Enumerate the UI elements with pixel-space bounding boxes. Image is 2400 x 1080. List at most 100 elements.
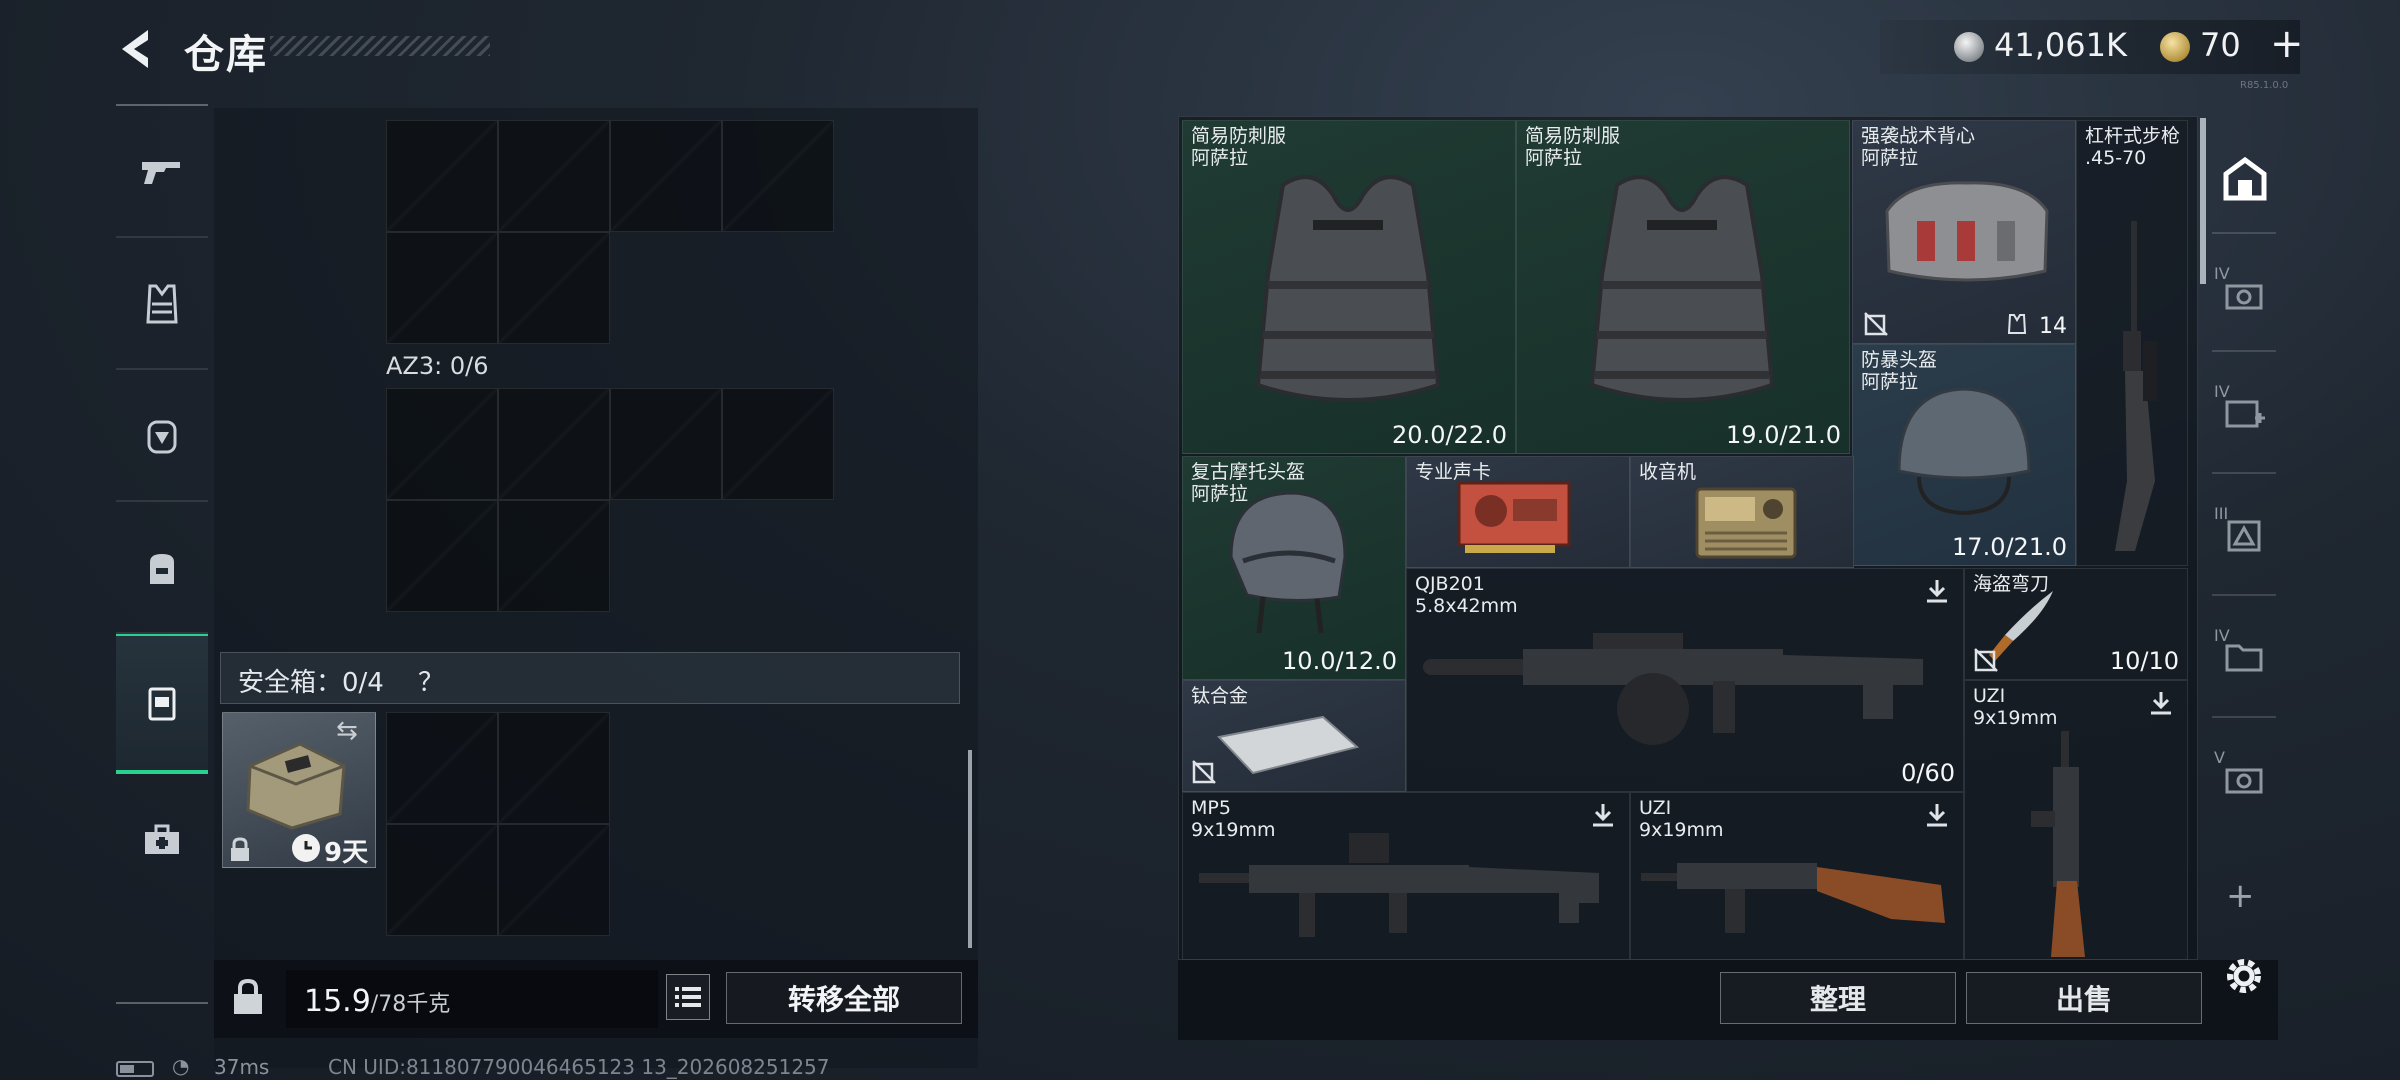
safebox-capacity-label: 安全箱：0/4 — [238, 668, 384, 698]
item-qjb201[interactable]: QJB201 5.8x42mm 0/60 — [1406, 568, 1964, 792]
list-icon — [675, 987, 701, 1007]
lock-icon — [231, 837, 249, 861]
tab-helmet[interactable] — [116, 370, 208, 502]
download-icon[interactable] — [1923, 577, 1951, 605]
sell-button[interactable]: 出售 — [1966, 972, 2202, 1024]
grid-slot[interactable] — [386, 388, 498, 500]
item-name: 简易防刺服 — [1525, 125, 1621, 147]
item-name: 复古摩托头盔 — [1191, 461, 1306, 483]
item-name: UZI — [1639, 797, 1672, 819]
item-radio[interactable]: 收音机 — [1630, 456, 1854, 568]
right-tab-iv-c[interactable]: IV — [2210, 612, 2280, 702]
item-name: 防暴头盔 — [1861, 349, 1938, 371]
item-uzi-bottom[interactable]: UZI 9x19mm — [1630, 792, 1964, 960]
item-durability: 17.0/21.0 — [1952, 533, 2067, 561]
right-tab-iv-a[interactable]: IV — [2210, 250, 2280, 340]
item-durability: 20.0/22.0 — [1392, 421, 1507, 449]
item-pirate-knife[interactable]: 海盗弯刀 10/10 — [1964, 568, 2188, 680]
item-riot-helmet[interactable]: 防暴头盔 阿萨拉 17.0/21.0 — [1852, 344, 2076, 566]
titanium-image — [1217, 715, 1360, 775]
left-scrollbar[interactable] — [968, 750, 972, 948]
vest-image — [1255, 175, 1441, 402]
item-name: QJB201 — [1415, 573, 1485, 595]
tab-armor[interactable] — [116, 238, 208, 370]
safebox-days-label: 9天 — [324, 838, 369, 868]
grid-slot[interactable] — [498, 824, 610, 936]
add-currency-button[interactable]: + — [2270, 24, 2304, 64]
grid-slot[interactable] — [498, 500, 610, 612]
item-origin: 阿萨拉 — [1525, 147, 1583, 169]
item-lever-rifle[interactable]: 杠杆式步枪 .45-70 — [2076, 120, 2188, 566]
riot-helmet-image — [1897, 387, 2031, 516]
item-durability: 19.0/21.0 — [1726, 421, 1841, 449]
item-uzi-right[interactable]: UZI 9x19mm — [1964, 680, 2188, 960]
uzi-image — [1641, 863, 1945, 933]
grid-slot[interactable] — [722, 388, 834, 500]
version-label: R85.1.0.0 — [2240, 80, 2289, 91]
download-icon[interactable] — [2147, 689, 2175, 717]
weight-lock-icon — [234, 978, 262, 1014]
item-mp5[interactable]: MP5 9x19mm — [1182, 792, 1630, 960]
item-moto-helmet[interactable]: 复古摩托头盔 阿萨拉 10.0/12.0 — [1182, 456, 1406, 680]
item-sound-card[interactable]: 专业声卡 — [1406, 456, 1630, 568]
right-tab-iv-b[interactable]: IV — [2210, 368, 2280, 458]
add-tab-button[interactable]: + — [2226, 876, 2255, 916]
grid-slot[interactable] — [610, 388, 722, 500]
right-scrollbar[interactable] — [2200, 118, 2206, 284]
grid-slot[interactable] — [386, 232, 498, 344]
item-count: 10/10 — [2109, 647, 2179, 675]
lever-rifle-image — [2115, 221, 2157, 551]
item-name: 杠杆式步枪 — [2085, 125, 2181, 147]
title-decoration — [270, 36, 490, 56]
tab-divider — [2212, 472, 2276, 474]
list-view-button[interactable] — [666, 974, 710, 1020]
tier-label: IV — [2214, 626, 2230, 645]
no-insure-icon — [1192, 760, 1216, 784]
tab-medkit[interactable] — [116, 774, 208, 906]
tab-backpack[interactable] — [116, 502, 208, 634]
help-icon[interactable]: ？ — [418, 662, 444, 699]
swap-icon[interactable]: ⇆ — [336, 716, 358, 746]
grid-slot[interactable] — [386, 712, 498, 824]
grid-slot[interactable] — [498, 232, 610, 344]
right-tab-iii[interactable]: III — [2210, 490, 2280, 580]
item-caliber: 9x19mm — [1639, 819, 1724, 841]
pistol-icon — [142, 162, 180, 184]
item-name: 强袭战术背心 — [1861, 125, 1976, 147]
grid-slot[interactable] — [386, 500, 498, 612]
item-vest-1[interactable]: 简易防刺服 阿萨拉 20.0/22.0 — [1182, 120, 1516, 454]
grid-slot[interactable] — [386, 824, 498, 936]
item-tactical-vest[interactable]: 强袭战术背心 阿萨拉 14 — [1852, 120, 2076, 344]
grid-slot[interactable] — [498, 712, 610, 824]
item-ammo: 0/60 — [1901, 759, 1955, 787]
weight-value: 15.9/78千克 — [304, 984, 450, 1019]
gear-icon[interactable] — [2220, 952, 2268, 1000]
no-insure-icon — [1864, 312, 1888, 336]
right-tab-v[interactable]: V — [2210, 734, 2280, 824]
left-category-tabs — [116, 106, 208, 1006]
tab-divider — [2212, 232, 2276, 234]
grid-slot[interactable] — [722, 120, 834, 232]
tier-label: III — [2214, 504, 2229, 523]
item-vest-2[interactable]: 简易防刺服 阿萨拉 19.0/21.0 — [1516, 120, 1850, 454]
transfer-all-button[interactable]: 转移全部 — [726, 972, 962, 1024]
tab-safebox[interactable] — [116, 634, 208, 774]
sort-button[interactable]: 整理 — [1720, 972, 1956, 1024]
tactical-vest-image — [1885, 181, 2049, 282]
item-caliber: 5.8x42mm — [1415, 595, 1518, 617]
item-titanium[interactable]: 钛合金 — [1182, 680, 1406, 792]
back-arrow-icon[interactable] — [112, 24, 162, 74]
gold-coin-icon — [2160, 32, 2190, 62]
grid-slot[interactable] — [386, 120, 498, 232]
no-insure-icon — [1974, 648, 1998, 672]
camera-icon — [2225, 768, 2263, 794]
grid-slot[interactable] — [610, 120, 722, 232]
download-icon[interactable] — [1923, 801, 1951, 829]
tab-divider — [2212, 716, 2276, 718]
right-tab-home[interactable] — [2210, 134, 2280, 224]
grid-slot[interactable] — [498, 120, 610, 232]
tab-weapons[interactable] — [116, 106, 208, 238]
grid-slot[interactable] — [498, 388, 610, 500]
safebox-icon — [148, 687, 176, 721]
silver-coin-icon — [1954, 32, 1984, 62]
